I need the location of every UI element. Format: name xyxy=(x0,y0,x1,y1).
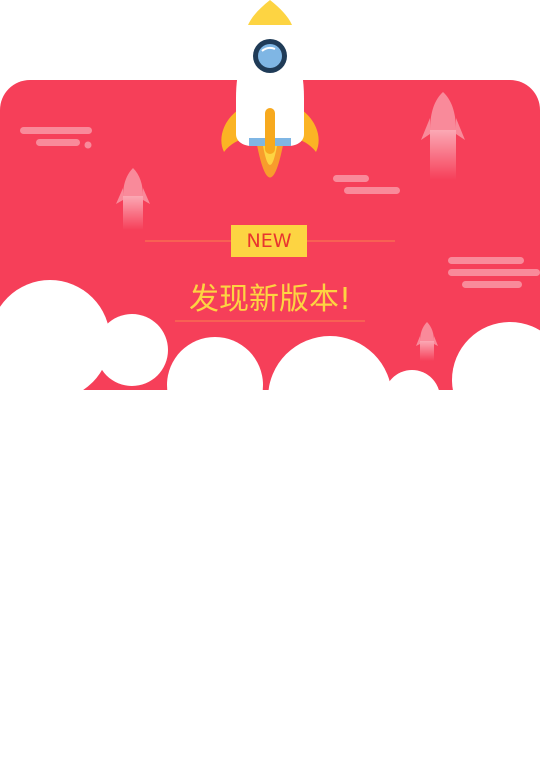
stripe-cloud-icon xyxy=(448,257,540,288)
dialog-body xyxy=(0,420,540,760)
small-rocket-icon xyxy=(116,168,150,230)
small-rocket-icon xyxy=(421,92,465,180)
page-title: 发现新版本! xyxy=(188,282,352,317)
small-rocket-icon xyxy=(416,322,438,361)
update-dialog: NEW 发现新版本! xyxy=(0,0,540,760)
new-badge: NEW xyxy=(231,225,307,257)
rocket-icon xyxy=(221,0,319,178)
stripe-cloud-icon xyxy=(333,175,400,194)
stripe-cloud-icon xyxy=(20,127,92,149)
